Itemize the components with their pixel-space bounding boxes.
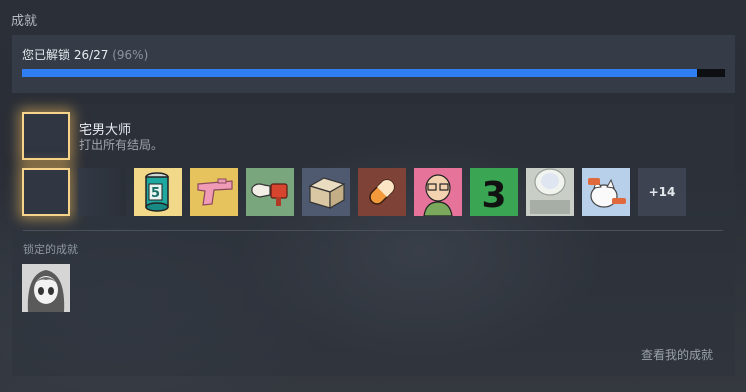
- progress-panel: 您已解锁 26/27 (96%): [12, 35, 735, 93]
- view-my-achievements-link[interactable]: 查看我的成就: [641, 346, 713, 363]
- blank-tile-icon[interactable]: [22, 168, 70, 216]
- progress-count: 您已解锁 26/27: [22, 48, 109, 62]
- featured-achievement-description: 打出所有结局。: [79, 138, 164, 152]
- locked-achievements-label: 锁定的成就: [23, 243, 78, 256]
- progress-percent: (96%): [112, 48, 149, 62]
- number-three-icon[interactable]: 3: [470, 168, 518, 216]
- badge-number: 3: [481, 175, 506, 216]
- cardboard-box-icon[interactable]: [302, 168, 350, 216]
- glasses-man-icon[interactable]: [414, 168, 462, 216]
- toilet-icon[interactable]: [526, 168, 574, 216]
- anime-girl-icon[interactable]: [22, 264, 70, 312]
- green-can-icon[interactable]: 5: [134, 168, 182, 216]
- more-achievements-button[interactable]: +14: [638, 168, 686, 216]
- dark-tile-icon[interactable]: [78, 168, 126, 216]
- divider: [23, 230, 723, 231]
- can-number: 5: [151, 186, 160, 201]
- achievements-panel: 宅男大师 打出所有结局。 5 3 +14 锁定的成就 查看我的成就: [12, 104, 735, 376]
- cat-guitar-icon[interactable]: [582, 168, 630, 216]
- progress-bar: [22, 69, 725, 77]
- progress-bar-fill: [22, 69, 697, 77]
- progress-label: 您已解锁 26/27 (96%): [22, 46, 148, 63]
- orange-pill-icon[interactable]: [358, 168, 406, 216]
- pink-pistol-icon[interactable]: [190, 168, 238, 216]
- hand-bullet-icon[interactable]: [246, 168, 294, 216]
- section-title: 成就: [11, 14, 38, 29]
- featured-achievement-icon[interactable]: [22, 112, 70, 160]
